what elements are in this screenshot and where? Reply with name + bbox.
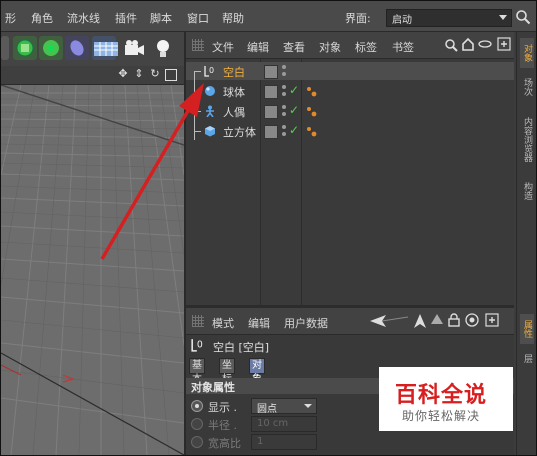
cinema4d-window: 形 角色 流水线 插件 脚本 窗口 帮助 界面: 启动 ✥ ⇕ ↻ 文件 编辑 … <box>0 0 537 456</box>
annotation-arrow <box>100 83 204 260</box>
